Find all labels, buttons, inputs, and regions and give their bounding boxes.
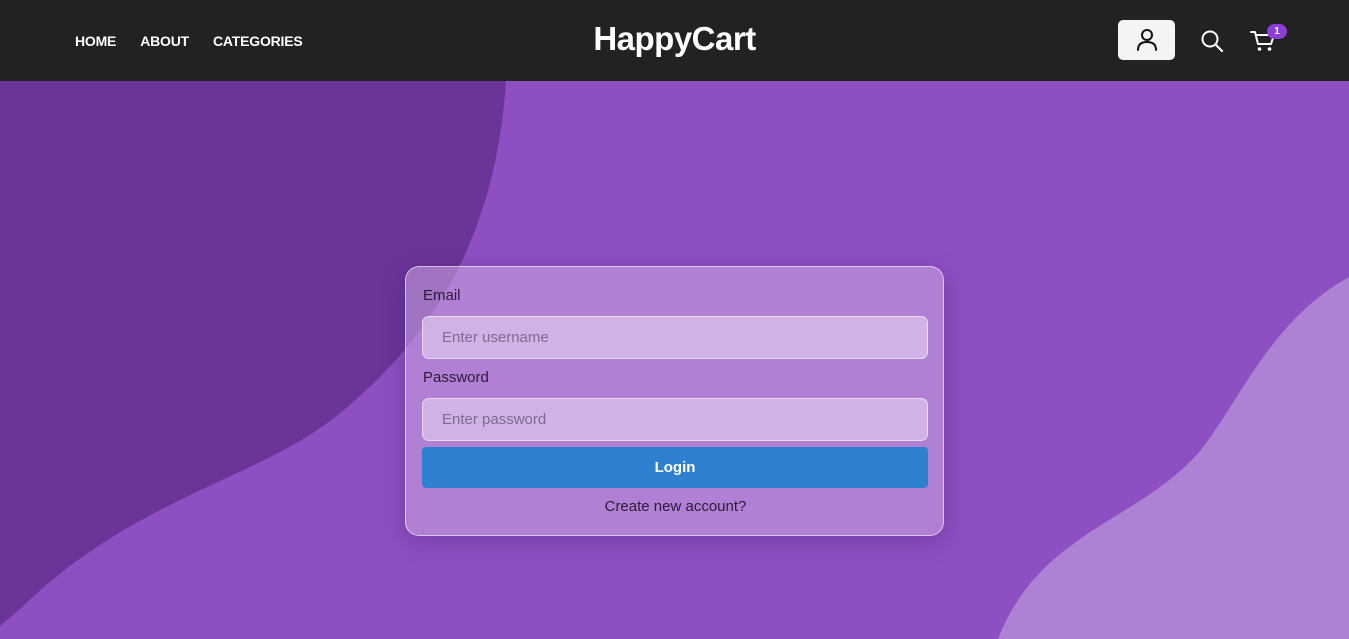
login-form: Email Password Login Create new account? <box>405 266 944 536</box>
brand-name[interactable]: HappyCart <box>593 20 756 57</box>
search-icon <box>1201 30 1224 53</box>
nav-home-link[interactable]: HOME <box>75 33 116 49</box>
create-account-row: Create new account? <box>406 498 945 515</box>
email-field[interactable] <box>422 316 928 359</box>
search-button[interactable] <box>1199 28 1225 54</box>
password-label: Password <box>423 369 489 386</box>
create-account-link[interactable]: Create new account? <box>605 498 747 515</box>
account-button[interactable] <box>1118 20 1175 60</box>
top-navbar: HOME ABOUT CATEGORIES HappyCart 1 <box>0 0 1349 81</box>
cart-count-badge: 1 <box>1267 24 1287 39</box>
password-field[interactable] <box>422 398 928 441</box>
user-icon <box>1136 29 1157 51</box>
nav-about-link[interactable]: ABOUT <box>140 33 189 49</box>
main-nav: HOME ABOUT CATEGORIES <box>75 0 303 81</box>
nav-categories-link[interactable]: CATEGORIES <box>213 33 303 49</box>
login-button[interactable]: Login <box>422 447 928 488</box>
email-label: Email <box>423 287 461 304</box>
